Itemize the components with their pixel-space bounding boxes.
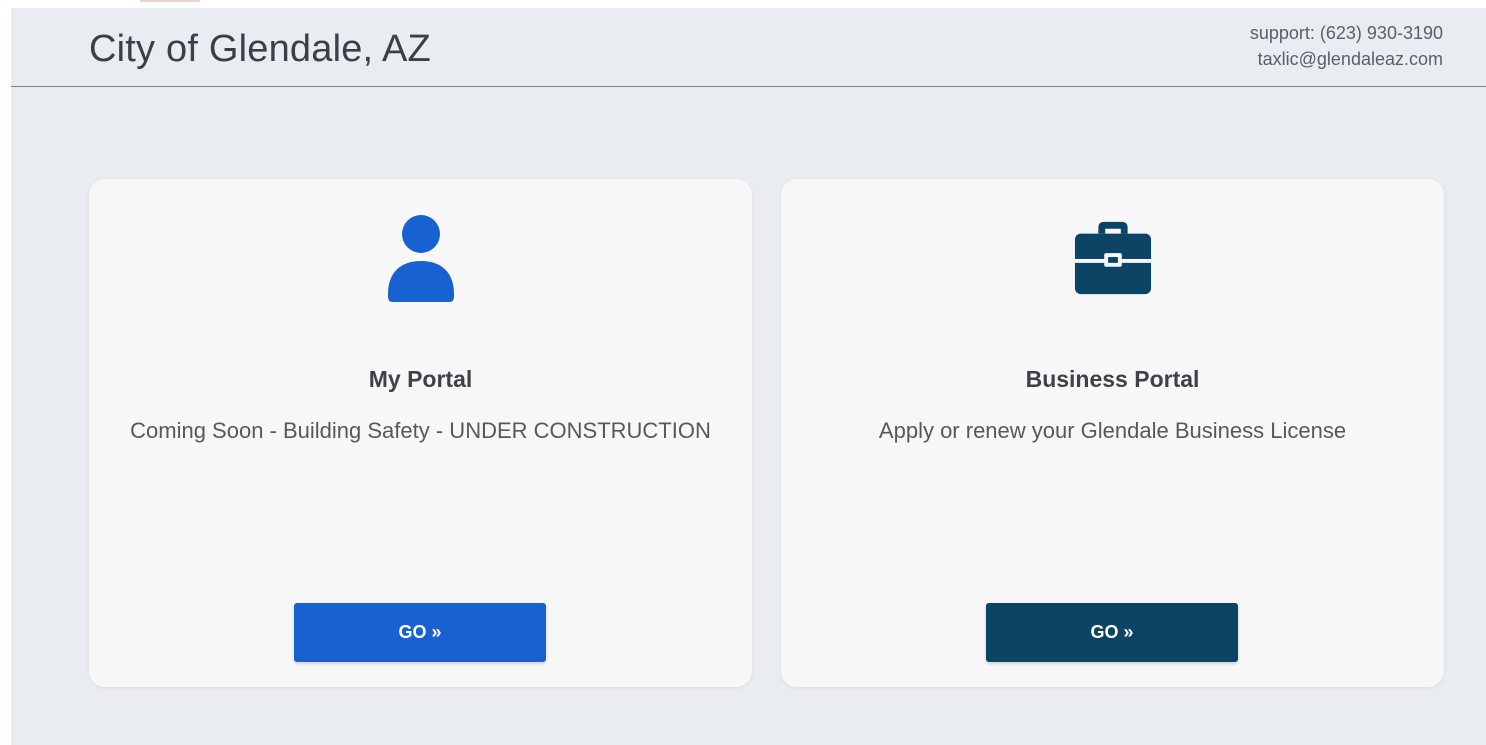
card-title: My Portal	[368, 366, 473, 392]
support-info: support: (623) 930-3190 taxlic@glendalea…	[1250, 20, 1443, 72]
card-description: Coming Soon - Building Safety - UNDER CO…	[130, 418, 711, 443]
support-email[interactable]: taxlic@glendaleaz.com	[1250, 46, 1443, 72]
site-header: City of Glendale, AZ support: (623) 930-…	[11, 8, 1486, 87]
business-portal-go-button[interactable]: GO »	[986, 603, 1238, 662]
top-strip	[0, 0, 1486, 8]
top-accent	[140, 0, 200, 2]
page: City of Glendale, AZ support: (623) 930-…	[11, 8, 1486, 745]
briefcase-icon	[1073, 213, 1153, 303]
my-portal-card: My Portal Coming Soon - Building Safety …	[89, 179, 752, 687]
business-portal-card: Business Portal Apply or renew your Glen…	[781, 179, 1444, 687]
card-title: Business Portal	[1025, 366, 1200, 392]
user-icon	[381, 213, 461, 303]
my-portal-go-button[interactable]: GO »	[294, 603, 546, 662]
card-description: Apply or renew your Glendale Business Li…	[878, 418, 1347, 443]
support-phone: support: (623) 930-3190	[1249, 23, 1443, 43]
site-title: City of Glendale, AZ	[89, 28, 431, 70]
